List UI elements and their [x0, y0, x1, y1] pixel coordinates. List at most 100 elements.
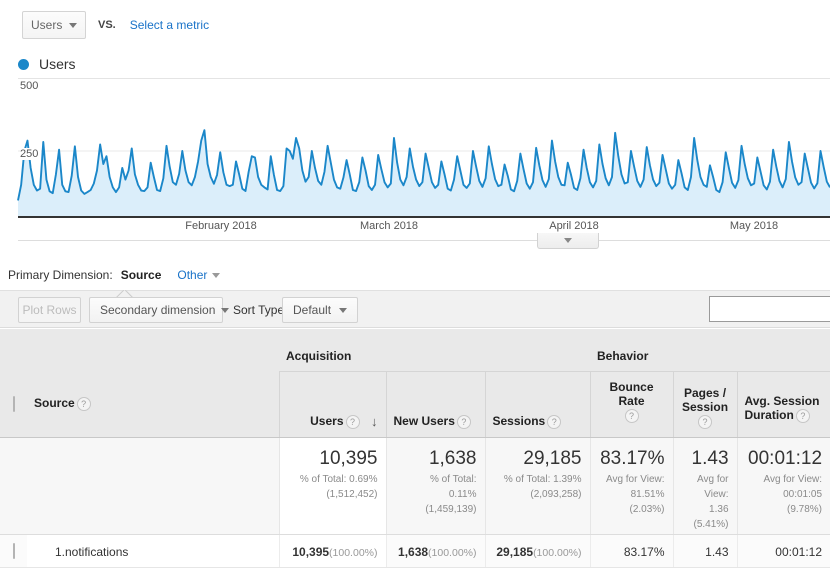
row-index: 1. — [27, 545, 65, 559]
chevron-down-icon — [221, 308, 229, 313]
sort-type-label: Sort Type: — [233, 303, 287, 317]
chevron-down-icon — [69, 23, 77, 28]
row-avg-duration-value: 00:01:12 — [738, 535, 830, 559]
primary-metric-dropdown[interactable]: Users — [22, 11, 86, 39]
row-users-cell: 10,395(100.00%) — [279, 535, 386, 568]
secondary-dimension-label: Secondary dimension — [100, 303, 215, 317]
search-input[interactable] — [710, 297, 830, 321]
behavior-label: Behavior — [590, 329, 830, 363]
summary-pages-session-value: 1.43 — [682, 447, 729, 471]
help-icon[interactable]: ? — [547, 415, 561, 429]
header-sessions-label: Sessions — [493, 414, 546, 428]
users-over-time-chart[interactable]: 500 250 — [0, 80, 830, 222]
help-icon[interactable]: ? — [698, 415, 712, 429]
summary-users-pct: % of Total: 0.69% — [288, 473, 378, 486]
header-bounce-rate[interactable]: Bounce Rate ? — [590, 372, 673, 438]
summary-pages-session-avg-label2: View: — [682, 488, 729, 501]
help-icon[interactable]: ? — [796, 409, 810, 423]
chart-plot-area — [0, 80, 830, 222]
table-row[interactable]: 1. notifications 10,395(100.00%) 1,638(1… — [0, 535, 830, 568]
row-source-link[interactable]: notifications — [65, 545, 128, 559]
summary-source-cell — [27, 438, 279, 535]
table-search-box[interactable] — [709, 296, 830, 322]
x-tick-may: May 2018 — [730, 220, 778, 232]
row-new-users-cell: 1,638(100.00%) — [386, 535, 485, 568]
acquisition-table: Acquisition Behavior Source? — [0, 329, 830, 568]
table-summary-row: 10,395 % of Total: 0.69% (1,512,452) 1,6… — [0, 438, 830, 535]
row-checkbox-cell — [0, 535, 27, 568]
header-sessions[interactable]: Sessions? — [485, 372, 590, 438]
row-pages-session-value: 1.43 — [674, 535, 737, 559]
row-new-users-value: 1,638 — [398, 545, 428, 559]
primary-dimension-other-dropdown[interactable]: Other — [177, 268, 220, 282]
header-users[interactable]: Users?↓ — [279, 372, 386, 438]
primary-dimension-source-tab[interactable]: Source — [121, 268, 162, 282]
chart-legend: Users — [18, 56, 76, 72]
primary-dimension-label: Primary Dimension: — [8, 268, 113, 282]
secondary-dimension-dropdown[interactable]: Secondary dimension — [89, 297, 223, 323]
analytics-page: Users VS. Select a metric Users 500 250 … — [0, 0, 830, 568]
help-icon[interactable]: ? — [457, 415, 471, 429]
summary-avg-duration-label: Avg for View: — [746, 473, 823, 486]
sort-descending-icon[interactable]: ↓ — [368, 415, 378, 429]
row-bounce-rate-cell: 83.17% — [590, 535, 673, 568]
acquisition-label: Acquisition — [279, 329, 590, 363]
legend-divider — [18, 78, 830, 79]
header-new-users-label: New Users — [394, 414, 455, 428]
row-avg-session-duration-cell: 00:01:12 — [737, 535, 830, 568]
chart-x-tick-labels: February 2018 March 2018 April 2018 May … — [18, 220, 830, 240]
summary-sessions-value: 29,185 — [494, 447, 582, 471]
chevron-down-icon — [564, 238, 572, 243]
help-icon[interactable]: ? — [77, 397, 91, 411]
select-a-metric-link[interactable]: Select a metric — [130, 18, 209, 32]
legend-dot-icon — [18, 59, 29, 70]
header-new-users[interactable]: New Users? — [386, 372, 485, 438]
row-sessions-pct: (100.00%) — [533, 547, 581, 559]
summary-bounce-rate-avg-label: Avg for View: — [599, 473, 665, 486]
metric-selector-row: Users VS. Select a metric — [22, 10, 209, 40]
summary-new-users-pct-label: % of Total: — [395, 473, 477, 486]
summary-new-users-total: (1,459,139) — [395, 503, 477, 516]
other-label: Other — [177, 268, 207, 282]
summary-users-total: (1,512,452) — [288, 488, 378, 501]
row-source-cell: 1. notifications — [27, 535, 279, 568]
header-avg-session-duration[interactable]: Avg. Session Duration? — [737, 372, 830, 438]
chart-x-axis — [18, 216, 830, 218]
y-axis-tick-500: 500 — [20, 80, 41, 92]
header-source[interactable]: Source? — [27, 372, 279, 438]
row-bounce-rate-value: 83.17% — [591, 535, 673, 559]
row-users-pct: (100.00%) — [329, 547, 377, 559]
header-pages-session[interactable]: Pages / Session ? — [673, 372, 737, 438]
header-bounce-rate-label: Bounce Rate — [610, 380, 654, 408]
help-icon[interactable]: ? — [346, 415, 360, 429]
header-select-all-cell — [0, 372, 27, 438]
chart-collapse-handle[interactable] — [537, 233, 599, 249]
summary-avg-duration-avg: 00:01:05 — [746, 488, 823, 501]
sort-type-value: Default — [293, 303, 331, 317]
summary-new-users-value: 1,638 — [395, 447, 477, 471]
x-tick-april: April 2018 — [549, 220, 599, 232]
summary-bounce-rate-avg: 81.51% — [599, 488, 665, 501]
group-header-spacer-checkbox — [0, 329, 27, 372]
summary-avg-duration-value: 00:01:12 — [746, 447, 823, 471]
row-select-checkbox[interactable] — [13, 543, 15, 559]
summary-checkbox-cell — [0, 438, 27, 535]
group-header-acquisition: Acquisition — [279, 329, 590, 372]
plot-rows-button[interactable]: Plot Rows — [18, 297, 81, 323]
table-column-header-row: Source? Users?↓ New Users? Sessions? — [0, 372, 830, 438]
header-pages-session-label: Pages / Session — [682, 386, 728, 414]
summary-bounce-rate-cell: 83.17% Avg for View: 81.51% (2.03%) — [590, 438, 673, 535]
row-sessions-value: 29,185 — [496, 545, 533, 559]
summary-sessions-pct: % of Total: 1.39% — [494, 473, 582, 486]
summary-pages-session-cell: 1.43 Avg for View: 1.36 (5.41%) — [673, 438, 737, 535]
header-source-label: Source — [34, 396, 75, 410]
legend-series-label[interactable]: Users — [39, 56, 76, 72]
summary-bounce-rate-delta: (2.03%) — [599, 503, 665, 516]
summary-new-users-pct: 0.11% — [395, 488, 477, 501]
summary-users-value: 10,395 — [288, 447, 378, 471]
row-new-users-pct: (100.00%) — [428, 547, 476, 559]
sort-type-dropdown[interactable]: Default — [282, 297, 358, 323]
help-icon[interactable]: ? — [625, 409, 639, 423]
select-all-checkbox[interactable] — [13, 396, 15, 412]
summary-users-cell: 10,395 % of Total: 0.69% (1,512,452) — [279, 438, 386, 535]
